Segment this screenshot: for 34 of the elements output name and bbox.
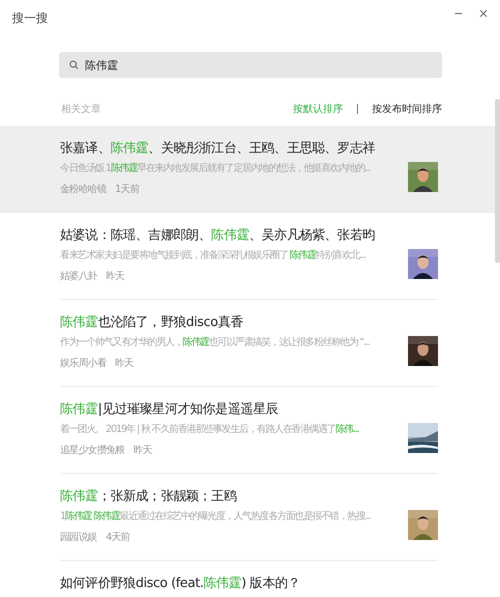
- section-label: 相关文章: [61, 102, 101, 116]
- article-title: 如何评价野狼disco (feat.陈伟霆) 版本的？: [60, 575, 302, 593]
- article-title: 陈伟霆；张新成；张靓颖；王鸥: [60, 488, 238, 506]
- article-source: 追星少女攒兔粮: [60, 444, 124, 457]
- article-time: 1天前: [115, 183, 139, 196]
- article-item[interactable]: 如何评价野狼disco (feat.陈伟霆) 版本的？: [0, 561, 495, 597]
- search-icon: [69, 60, 79, 70]
- article-title: 陈伟霆也沦陷了，野狼disco真香: [60, 314, 244, 332]
- article-item[interactable]: 陈伟霆；张新成；张靓颖；王鸥 1陈伟霆 陈伟霆最近通过在综艺中的曝光度，人气热度各方面也是很不错，热搜... 园园说娱 4天前: [0, 474, 495, 561]
- article-snippet: 看来艺术家夫妇是要将地气接到底，准备深深扎根娱乐圈了 陈伟霆特别喜欢北...: [60, 249, 366, 262]
- article-time: 昨天: [133, 444, 152, 457]
- article-time: 昨天: [106, 270, 124, 283]
- article-title: 姑婆说：陈瑶、吉娜郎朗、陈伟霆、吴亦凡杨紫、张若昀: [60, 227, 376, 245]
- article-snippet: 今日鱼汤饭 1陈伟霆早在来内地发展后就有了定居内地的想法，他挺喜欢内地的...: [60, 162, 372, 175]
- scrollbar[interactable]: [495, 99, 500, 263]
- article-source: 姑婆八卦: [60, 270, 97, 283]
- article-snippet: 1陈伟霆 陈伟霆最近通过在综艺中的曝光度，人气热度各方面也是很不错，热搜...: [60, 510, 372, 523]
- sort-option[interactable]: 按发布时间排序: [372, 102, 442, 116]
- close-icon[interactable]: [479, 9, 488, 18]
- article-time: 4天前: [106, 531, 130, 544]
- article-source: 金粉哈哈镜: [60, 182, 106, 196]
- article-item[interactable]: 张嘉译、陈伟霆、关晓彤浙江台、王鸥、王思聪、罗志祥 今日鱼汤饭 1陈伟霆早在来内地发展后就有了定居内地的想法，他挺喜欢内地的... 金粉哈哈镜 1天前: [0, 126, 495, 213]
- article-item[interactable]: 陈伟霆也沦陷了，野狼disco真香 作为一个帅气又有才华的男人，陈伟霆也可以严肃搞笑，这让很多粉丝称他为 “... 娱乐周小看 昨天: [0, 300, 495, 387]
- window-title: 搜一搜: [12, 10, 48, 27]
- article-source: 娱乐周小看: [60, 356, 106, 370]
- article-snippet: 作为一个帅气又有才华的男人，陈伟霆也可以严肃搞笑，这让很多粉丝称他为 “...: [60, 336, 370, 349]
- search-field[interactable]: 陈伟霆: [59, 52, 442, 78]
- article-title: 陈伟霆|见过璀璨星河才知你是遥遥星辰: [60, 401, 280, 419]
- article-item[interactable]: 陈伟霆|见过璀璨星河才知你是遥遥星辰 着一团火。 2019年 | 秋 不久前香港那些事发生后，有路人在香港偶遇了陈伟... 追星少女攒兔粮 昨天: [0, 387, 495, 474]
- article-source: 园园说娱: [60, 531, 97, 544]
- article-title: 张嘉译、陈伟霆、关晓彤浙江台、王鸥、王思聪、罗志祥: [60, 140, 376, 158]
- article-time: 昨天: [115, 357, 134, 370]
- article-snippet: 着一团火。 2019年 | 秋 不久前香港那些事发生后，有路人在香港偶遇了陈伟...: [60, 423, 360, 436]
- article-item[interactable]: 姑婆说：陈瑶、吉娜郎朗、陈伟霆、吴亦凡杨紫、张若昀 看来艺术家夫妇是要将地气接到底，准备深深扎根娱乐圈了 陈伟霆特别喜欢北... 姑婆八卦 昨天: [0, 213, 495, 300]
